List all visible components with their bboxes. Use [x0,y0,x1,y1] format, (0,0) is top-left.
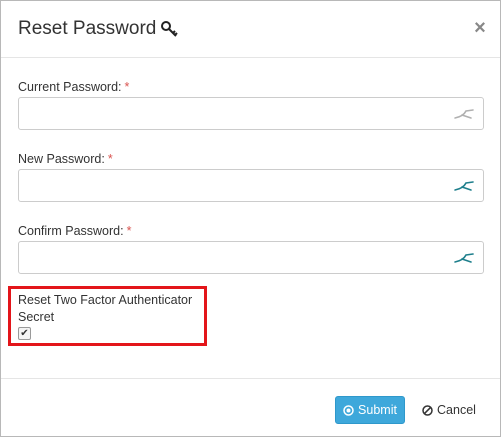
confirm-password-label-text: Confirm Password: [18,224,124,238]
required-marker: * [126,224,132,238]
submit-button[interactable]: Submit [335,396,405,424]
key-icon [160,19,180,39]
circle-dot-icon [343,404,354,416]
new-password-input[interactable] [18,169,484,202]
dialog-title-text: Reset Password [18,18,157,39]
dialog-header: Reset Password × [1,1,500,58]
two-factor-reset-label: Reset Two Factor Authenticator Secret [18,293,193,324]
current-password-input[interactable] [18,97,484,130]
new-password-label-text: New Password: [18,152,105,166]
confirm-password-label: Confirm Password: * [18,223,131,239]
cancel-button[interactable]: Cancel [414,396,484,424]
password-reveal-icon[interactable] [453,178,475,194]
required-marker: * [124,80,130,94]
close-icon: × [474,17,486,39]
password-reveal-icon[interactable] [453,106,475,122]
current-password-label-text: Current Password: [18,80,122,94]
dialog-footer: Submit Cancel [1,378,500,437]
reset-password-dialog: Reset Password × Current Password: * New… [0,0,501,437]
close-button[interactable]: × [471,17,489,39]
dialog-title: Reset Password [18,18,180,40]
confirm-password-input[interactable] [18,241,484,274]
new-password-label: New Password: * [18,151,113,167]
submit-label: Submit [358,403,397,417]
checkmark-icon: ✔ [20,328,29,339]
current-password-label: Current Password: * [18,79,129,95]
two-factor-reset-checkbox[interactable]: ✔ [18,327,31,340]
password-reveal-icon[interactable] [453,250,475,266]
cancel-label: Cancel [437,403,476,417]
ban-icon [422,404,433,416]
required-marker: * [107,152,113,166]
